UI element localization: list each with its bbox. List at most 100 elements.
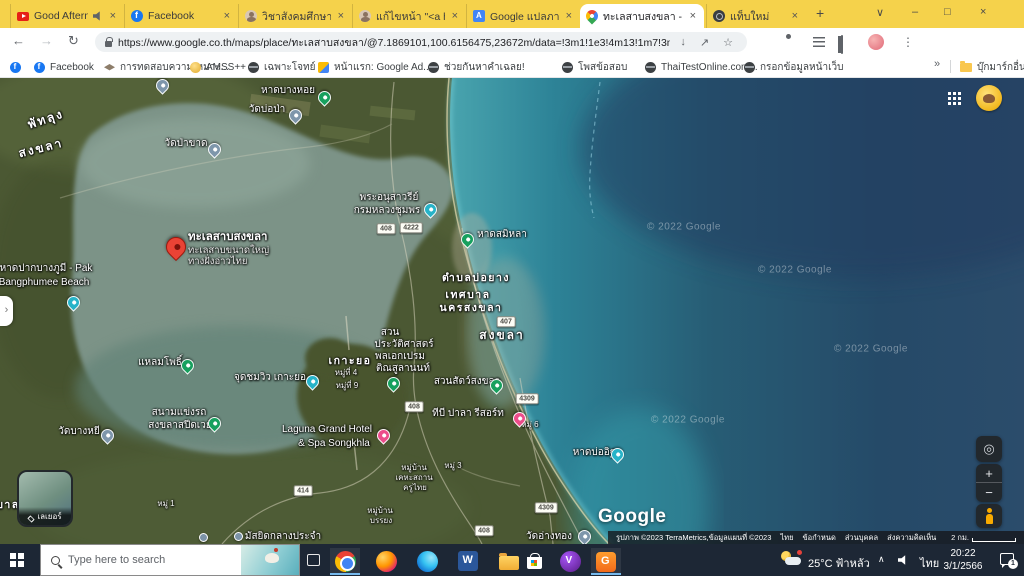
- tab-google-translate[interactable]: Google แปลภาษา ×: [466, 4, 580, 28]
- window-chevron-icon[interactable]: ∨: [876, 6, 884, 19]
- bookmark-answers[interactable]: ช่วยกันหาคำเฉลย!: [428, 59, 525, 75]
- edge-icon: [417, 551, 438, 572]
- side-panel-icon[interactable]: [841, 35, 843, 54]
- google-apps-grid-icon[interactable]: [948, 92, 951, 95]
- taskbar-orange-app[interactable]: [591, 548, 621, 575]
- speaker-icon[interactable]: [898, 555, 908, 565]
- close-icon[interactable]: ×: [790, 10, 800, 22]
- bookmark-post-exam[interactable]: โพสข้อสอบ: [562, 59, 627, 75]
- google-maps-canvas[interactable]: © 2022 Google © 2022 Google © 2022 Googl…: [0, 78, 1024, 544]
- bookmark-star-icon[interactable]: ☆: [719, 36, 737, 49]
- google-account-avatar[interactable]: [976, 85, 1002, 111]
- new-tab-button[interactable]: +: [816, 5, 824, 21]
- close-icon[interactable]: ×: [108, 10, 118, 22]
- bookmark-facebook-icon-only[interactable]: [10, 59, 21, 75]
- tab-title: Good Afterno: [34, 10, 88, 22]
- share-icon[interactable]: ↗: [696, 36, 713, 49]
- taskbar-word[interactable]: [453, 549, 483, 573]
- close-icon[interactable]: ×: [336, 10, 346, 22]
- scale-text: 2 กม.: [951, 532, 969, 544]
- bookmark-fill-web-form[interactable]: กรอกข้อมูลหน้าเว็บ: [744, 59, 843, 75]
- taskbar-store[interactable]: [519, 549, 549, 573]
- district-label: เทศบาล: [445, 289, 490, 301]
- park-label: ประวัติศาสตร์: [374, 339, 433, 351]
- weather-icon[interactable]: [781, 551, 803, 569]
- weather-temperature[interactable]: 25°C ฟ้าหลัว: [808, 554, 870, 572]
- install-icon[interactable]: ↓: [676, 36, 690, 48]
- task-view-button[interactable]: [307, 554, 320, 566]
- amss-icon: [190, 62, 201, 73]
- bookmark-google-ads[interactable]: หน้าแรก: Google Ad...: [318, 59, 432, 75]
- pegman-streetview-button[interactable]: [976, 504, 1002, 528]
- tab-title: Facebook: [148, 10, 217, 22]
- back-icon[interactable]: ←: [12, 33, 25, 48]
- tab-new-tab[interactable]: แท็บใหม่ ×: [706, 4, 806, 28]
- hotel-label: Laguna Grand Hotel: [282, 424, 372, 436]
- reload-icon[interactable]: ↻: [68, 33, 79, 49]
- bookmark-label: ช่วยกันหาคำเฉลย!: [444, 60, 525, 75]
- temple-label: วัดบ่อป่า: [249, 104, 285, 116]
- zoom-control[interactable]: + −: [976, 464, 1002, 502]
- tab-audio-icon[interactable]: [93, 11, 103, 21]
- tab-title: แท็บใหม่: [730, 8, 785, 25]
- bookmark-facebook[interactable]: Facebook: [34, 59, 94, 75]
- other-bookmarks-folder[interactable]: บุ๊กมาร์กอื่นๆ: [960, 59, 1024, 75]
- person-favicon-icon: [359, 10, 371, 22]
- profile-avatar[interactable]: [868, 34, 884, 50]
- close-icon[interactable]: ×: [222, 10, 232, 22]
- taskbar-search-box[interactable]: Type here to search: [40, 544, 300, 576]
- privacy-link[interactable]: ส่วนบุคคล: [845, 532, 878, 544]
- address-bar[interactable]: https://www.google.co.th/maps/place/ทะเล…: [95, 32, 747, 52]
- mosque-dot-pin[interactable]: [199, 533, 208, 542]
- close-icon[interactable]: ×: [564, 10, 574, 22]
- tab-youtube[interactable]: Good Afterno ×: [10, 4, 124, 28]
- feedback-link[interactable]: ส่งความคิดเห็น: [887, 532, 936, 544]
- facebook-icon: [10, 62, 21, 73]
- monument-label: กรมหลวงชุมพร: [354, 205, 421, 217]
- copyright-watermark: © 2022 Google: [834, 344, 908, 355]
- search-highlight-bird-image[interactable]: [241, 545, 299, 576]
- bookmark-amss[interactable]: AMSS++: [190, 59, 246, 75]
- bookmarks-overflow-icon[interactable]: »: [934, 58, 940, 70]
- tab-social-studies[interactable]: วิชาสังคมศึกษา - K ×: [238, 4, 352, 28]
- tab-edit-page[interactable]: แก้ไขหน้า "<a href ×: [352, 4, 466, 28]
- clock-date: 3/1/2566: [938, 561, 988, 574]
- beach-label: หาดบ่ออิฐ: [573, 447, 616, 459]
- imagery-credit: รูปภาพ ©2023 TerraMetrics,ข้อมูลแผนที่ ©…: [616, 532, 771, 544]
- zoom-out-button[interactable]: −: [976, 483, 1002, 502]
- crosshair-icon: ◎: [983, 441, 994, 456]
- park-label: สวน: [381, 327, 400, 339]
- bookmark-thaitestonline[interactable]: ThaiTestOnline.com...: [645, 59, 758, 75]
- forward-icon[interactable]: →: [40, 33, 53, 48]
- start-button[interactable]: [10, 553, 16, 559]
- terms-link[interactable]: ข้อกำหนด: [803, 532, 836, 544]
- my-location-button[interactable]: ◎: [976, 436, 1002, 462]
- taskbar-chrome[interactable]: [330, 548, 360, 575]
- bookmark-label: บุ๊กมาร์กอื่นๆ: [977, 60, 1024, 75]
- tray-expand-icon[interactable]: ∧: [878, 554, 885, 565]
- layers-widget[interactable]: เลเยอร์: [17, 470, 73, 527]
- window-maximize-button[interactable]: □: [944, 6, 951, 18]
- side-panel-toggle[interactable]: ›: [0, 296, 13, 326]
- language-indicator[interactable]: ไทย: [920, 554, 939, 572]
- window-minimize-button[interactable]: –: [912, 6, 918, 18]
- browser-menu-icon[interactable]: ⋮: [902, 35, 914, 49]
- close-icon[interactable]: ×: [450, 10, 460, 22]
- search-result-label[interactable]: ทะเลสาบสงขลา ทะเลสาบขนาดใหญ่ ทางฝั่งอ่าว…: [188, 231, 269, 268]
- bookmark-label: โพสข้อสอบ: [578, 60, 627, 75]
- firefox-icon: [376, 551, 397, 572]
- country-link[interactable]: ไทย: [780, 532, 793, 544]
- taskbar-edge[interactable]: [412, 549, 442, 573]
- close-icon[interactable]: ×: [688, 10, 698, 22]
- clock[interactable]: 20:22 3/1/2566: [938, 548, 988, 573]
- zoom-in-button[interactable]: +: [976, 464, 1002, 483]
- url-text[interactable]: https://www.google.co.th/maps/place/ทะเล…: [118, 34, 670, 51]
- reading-list-icon[interactable]: [813, 37, 825, 47]
- taskbar-firefox[interactable]: [371, 549, 401, 573]
- window-close-button[interactable]: ×: [980, 6, 986, 18]
- tab-songkhla-lake-active[interactable]: ทะเลสาบสงขลา - G ×: [580, 4, 704, 28]
- mosque-dot-pin[interactable]: [234, 532, 243, 541]
- bookmark-questions[interactable]: เฉพาะโจทย์: [248, 59, 316, 75]
- taskbar-purple-app[interactable]: [555, 549, 585, 573]
- tab-facebook[interactable]: Facebook ×: [124, 4, 238, 28]
